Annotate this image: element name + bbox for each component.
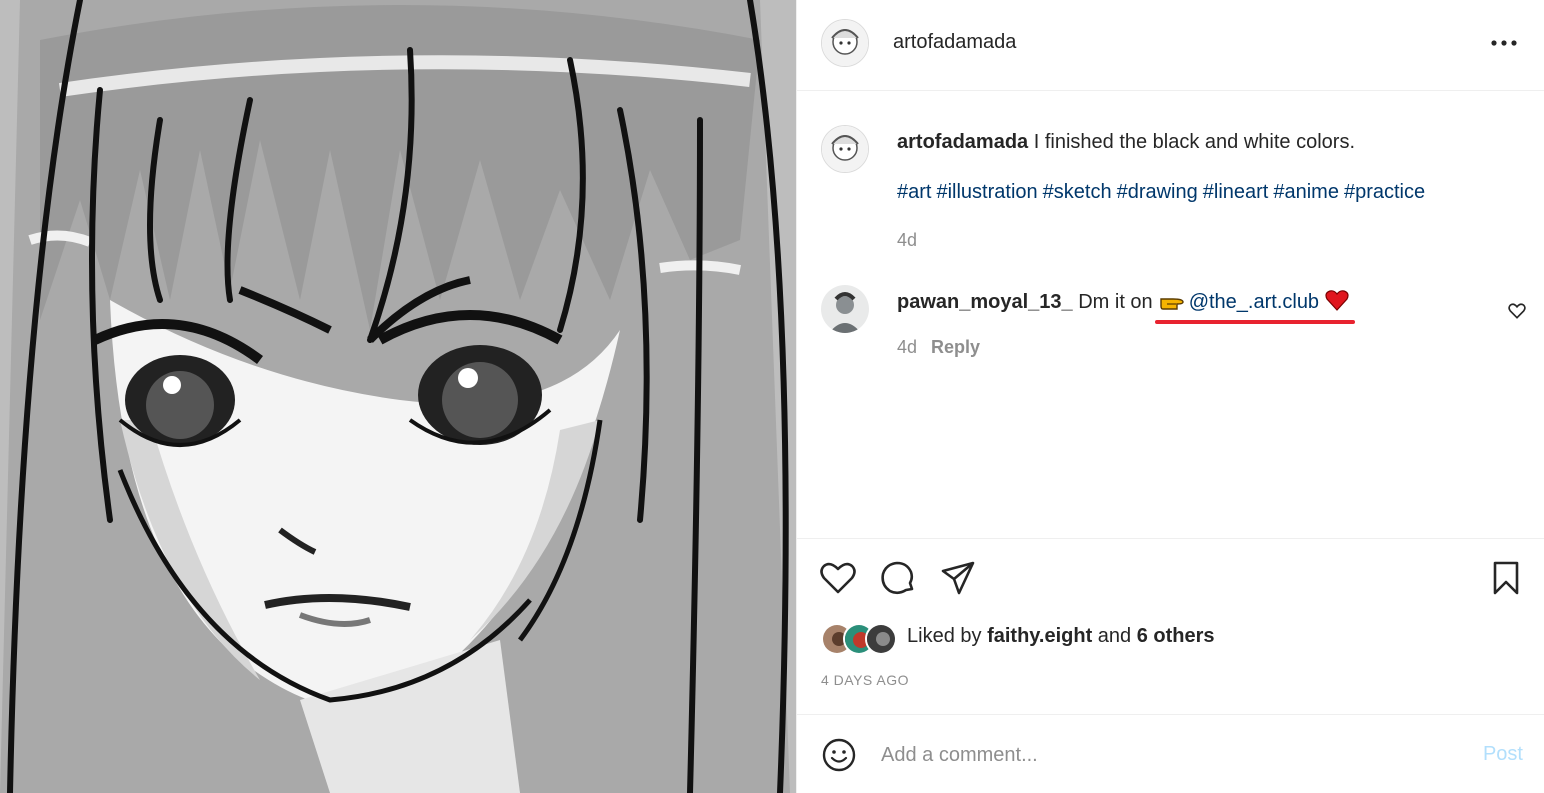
comment-item: pawan_moyal_13_ Dm it on @the_.art.club 4…: [797, 283, 1544, 363]
comment-icon[interactable]: [879, 559, 917, 597]
anime-illustration: [0, 0, 796, 793]
add-comment-bar: Post: [797, 714, 1544, 793]
likes-prefix: Liked by: [907, 625, 988, 647]
author-avatar[interactable]: [821, 19, 869, 67]
pointing-hand-icon: [1159, 298, 1184, 310]
red-heart-icon: [1325, 290, 1349, 311]
bookmark-icon[interactable]: [1487, 559, 1525, 597]
hashtags: #art #illustration #sketch #drawing #lineart…: [897, 181, 1430, 204]
hashtag-art[interactable]: #art: [897, 181, 931, 203]
more-horizontal-icon[interactable]: [1491, 35, 1517, 51]
caption-avatar[interactable]: [821, 125, 869, 173]
highlight-underline: [1155, 320, 1355, 324]
comment-text: pawan_moyal_13_ Dm it on @the_.art.club: [897, 289, 1349, 314]
reply-button[interactable]: Reply: [931, 337, 980, 357]
caption-username[interactable]: artofadamada: [897, 131, 1028, 153]
commenter-username[interactable]: pawan_moyal_13_: [897, 291, 1073, 313]
likes-middle: and: [1092, 625, 1137, 647]
caption-text: artofadamada I finished the black and wh…: [897, 128, 1517, 156]
hashtag-practice[interactable]: #practice: [1344, 181, 1425, 203]
caption-body: I finished the black and white colors.: [1028, 131, 1356, 153]
emoji-icon[interactable]: [821, 737, 857, 773]
likes-summary: Liked by faithy.eight and 6 others: [907, 625, 1215, 648]
likes-others-link[interactable]: 6 others: [1137, 625, 1215, 647]
post-date: 4 DAYS AGO: [821, 672, 909, 688]
comment-heart-icon[interactable]: [1507, 301, 1527, 321]
comment-timestamp: 4d: [897, 337, 918, 357]
commenter-avatar[interactable]: [821, 285, 869, 333]
hashtag-drawing[interactable]: #drawing: [1117, 181, 1198, 203]
post-details-panel: artofadamada artofadamada I finished the…: [796, 0, 1544, 793]
post-header: artofadamada: [797, 0, 1544, 91]
hashtag-sketch[interactable]: #sketch: [1043, 181, 1112, 203]
comment-input[interactable]: [881, 735, 1441, 775]
comment-body: Dm it on: [1072, 291, 1153, 313]
share-icon[interactable]: [939, 559, 977, 597]
comment-mention[interactable]: @the_.art.club: [1189, 291, 1319, 313]
hashtag-anime[interactable]: #anime: [1273, 181, 1339, 203]
caption-timestamp: 4d: [897, 230, 918, 250]
post-image[interactable]: [0, 0, 796, 793]
comment-meta: 4d Reply: [897, 337, 980, 358]
hashtag-lineart[interactable]: #lineart: [1203, 181, 1269, 203]
liker-avatar-3: [865, 623, 897, 655]
hashtag-illustration[interactable]: #illustration: [936, 181, 1037, 203]
heart-icon[interactable]: [819, 559, 857, 597]
post-comment-button[interactable]: Post: [1483, 743, 1523, 766]
post-actions: Liked by faithy.eight and 6 others 4 DAY…: [797, 538, 1544, 714]
liker-username[interactable]: faithy.eight: [987, 625, 1092, 647]
author-username[interactable]: artofadamada: [893, 31, 1016, 54]
